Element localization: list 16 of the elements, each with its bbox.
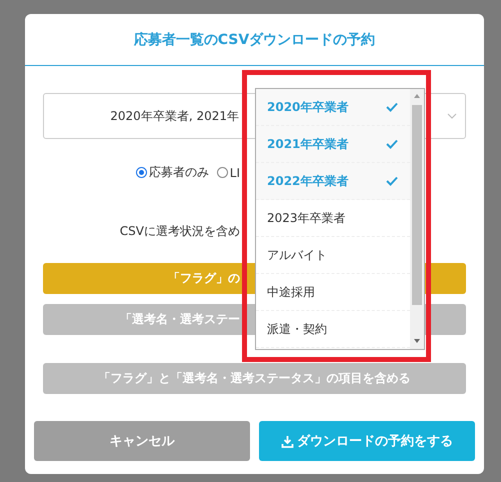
scrollbar[interactable] <box>410 89 424 349</box>
dialog-title: 応募者一覧のCSVダウンロードの予約 <box>134 30 376 48</box>
radio-option[interactable]: LI <box>216 164 240 181</box>
option-button[interactable]: 「フラグ」と「選考名・選考ステータス」の項目を含める <box>43 363 466 394</box>
check-icon <box>386 139 398 149</box>
dropdown-item[interactable]: 2022年卒業者 <box>256 163 410 200</box>
chevron-icon <box>447 111 457 121</box>
download-button[interactable]: ダウンロードの予約をする <box>259 421 475 461</box>
dropdown-item[interactable]: 2020年卒業者 <box>256 89 410 126</box>
radio-option[interactable]: 応募者のみ <box>136 164 209 181</box>
cancel-button[interactable]: キャンセル <box>34 421 250 461</box>
check-icon <box>386 102 398 112</box>
download-icon <box>281 434 294 448</box>
check-icon <box>386 176 398 186</box>
section-label: CSVに選考状況を含め <box>118 223 241 240</box>
dropdown-item[interactable]: 2021年卒業者 <box>256 126 410 163</box>
